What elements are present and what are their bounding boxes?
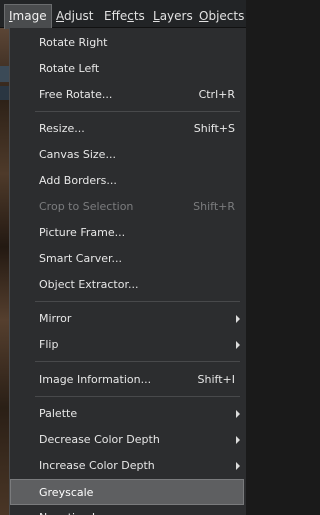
menu-item-shortcut: Shift+S — [193, 122, 235, 135]
menu-item-label: Rotate Left — [39, 62, 100, 75]
menu-item-decrease-color-depth[interactable]: Decrease Color Depth — [10, 427, 246, 453]
submenu-arrow-icon — [236, 341, 240, 349]
menu-layers-label: ayers — [159, 9, 193, 23]
menu-objects[interactable]: Objects — [199, 5, 244, 27]
menu-item-increase-color-depth[interactable]: Increase Color Depth — [10, 453, 246, 479]
app-window: Image Adjust Effects Layers Objects Rota… — [0, 0, 246, 515]
menu-effects-label-post: ts — [133, 9, 145, 23]
menu-item-palette[interactable]: Palette — [10, 401, 246, 427]
menu-item-resize[interactable]: Resize... Shift+S — [10, 116, 246, 142]
menu-item-shortcut: Shift+R — [193, 200, 235, 213]
menu-item-label: Canvas Size... — [39, 148, 116, 161]
menu-item-label: Decrease Color Depth — [39, 433, 160, 446]
menu-item-greyscale[interactable]: Greyscale — [10, 479, 244, 505]
menu-item-picture-frame[interactable]: Picture Frame... — [10, 220, 246, 246]
menu-item-negative-image[interactable]: Negative Image — [10, 505, 246, 515]
menu-item-rotate-right[interactable]: Rotate Right — [10, 30, 246, 56]
menu-item-label: Smart Carver... — [39, 252, 122, 265]
image-dropdown-menu: Rotate Right Rotate Left Free Rotate... … — [9, 28, 246, 515]
menu-effects-mnemonic: c — [127, 9, 134, 23]
menu-item-label: Mirror — [39, 312, 72, 325]
background-panel-fragment — [0, 66, 9, 82]
menu-objects-label: bjects — [208, 9, 245, 23]
menu-separator — [35, 396, 240, 397]
menu-item-shortcut: Shift+I — [197, 373, 235, 386]
menu-item-canvas-size[interactable]: Canvas Size... — [10, 142, 246, 168]
menu-item-crop-to-selection: Crop to Selection Shift+R — [10, 194, 246, 220]
menu-item-label: Object Extractor... — [39, 278, 139, 291]
menu-item-label: Free Rotate... — [39, 88, 113, 101]
menu-item-label: Palette — [39, 407, 78, 420]
menu-item-label: Crop to Selection — [39, 200, 134, 213]
menu-item-label: Rotate Right — [39, 36, 108, 49]
menu-image[interactable]: Image — [4, 4, 52, 29]
menu-item-label: Add Borders... — [39, 174, 117, 187]
menu-adjust[interactable]: Adjust — [56, 5, 94, 27]
menu-item-add-borders[interactable]: Add Borders... — [10, 168, 246, 194]
menu-item-rotate-left[interactable]: Rotate Left — [10, 56, 246, 82]
menu-image-label: mage — [12, 9, 47, 23]
menu-item-image-information[interactable]: Image Information... Shift+I — [10, 367, 246, 393]
menu-layers[interactable]: Layers — [153, 5, 193, 27]
submenu-arrow-icon — [236, 410, 240, 418]
menu-item-object-extractor[interactable]: Object Extractor... — [10, 272, 246, 298]
background-canvas-edge — [0, 28, 9, 515]
menu-separator — [35, 111, 240, 112]
menu-item-label: Image Information... — [39, 373, 152, 386]
menu-item-label: Greyscale — [39, 486, 94, 499]
submenu-arrow-icon — [236, 315, 240, 323]
menu-adjust-mnemonic: A — [56, 9, 64, 23]
menu-item-label: Increase Color Depth — [39, 459, 155, 472]
menu-item-shortcut: Ctrl+R — [198, 88, 235, 101]
menu-item-label: Flip — [39, 338, 59, 351]
menu-item-smart-carver[interactable]: Smart Carver... — [10, 246, 246, 272]
menu-layers-mnemonic: L — [153, 9, 160, 23]
menu-adjust-label: djust — [64, 9, 94, 23]
menu-separator — [35, 301, 240, 302]
menu-item-label: Picture Frame... — [39, 226, 126, 239]
menu-separator — [35, 361, 240, 362]
menu-item-mirror[interactable]: Mirror — [10, 306, 246, 332]
menu-bar: Image Adjust Effects Layers Objects — [0, 0, 246, 29]
submenu-arrow-icon — [236, 436, 240, 444]
menu-item-flip[interactable]: Flip — [10, 332, 246, 358]
menu-item-free-rotate[interactable]: Free Rotate... Ctrl+R — [10, 82, 246, 108]
menu-item-label: Negative Image — [39, 505, 126, 515]
menu-effects-label-pre: Effe — [104, 9, 128, 23]
submenu-arrow-icon — [236, 462, 240, 470]
menu-effects[interactable]: Effects — [104, 5, 145, 27]
background-panel-fragment — [0, 86, 9, 100]
menu-item-label: Resize... — [39, 122, 85, 135]
